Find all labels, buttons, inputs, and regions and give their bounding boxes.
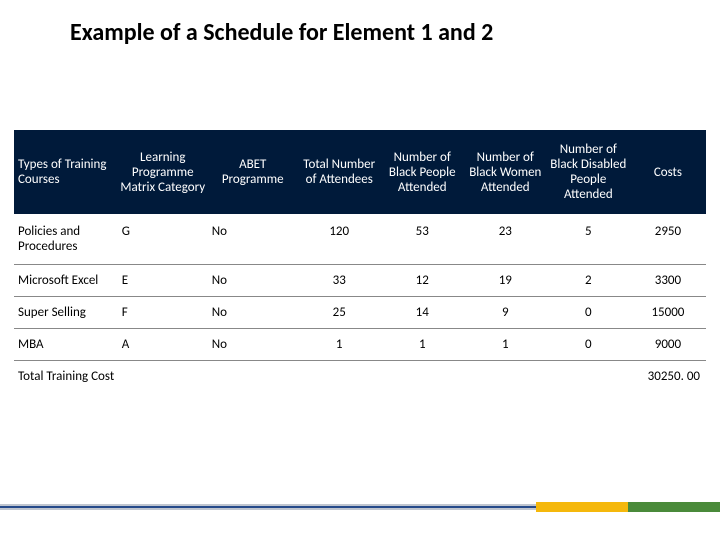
cell-abet: No [208, 329, 298, 361]
col-header-black-women: Number of Black Women Attended [464, 130, 547, 214]
cell-cost: 3300 [630, 265, 706, 297]
cell-course: Microsoft Excel [14, 265, 118, 297]
cell-total: 120 [298, 214, 381, 265]
total-value: 30250. 00 [630, 361, 706, 393]
cell-course: Super Selling [14, 297, 118, 329]
cell-total: 25 [298, 297, 381, 329]
cell-abet: No [208, 265, 298, 297]
cell-black-women: 9 [464, 297, 547, 329]
cell-black-women: 1 [464, 329, 547, 361]
cell-cost: 9000 [630, 329, 706, 361]
footer-bar-blue [0, 504, 536, 510]
cell-cost: 2950 [630, 214, 706, 265]
cell-abet: No [208, 297, 298, 329]
col-header-total: Total Number of Attendees [298, 130, 381, 214]
cell-black-disabled: 0 [547, 297, 630, 329]
col-header-abet: ABET Programme [208, 130, 298, 214]
col-header-category: Learning Programme Matrix Category [118, 130, 208, 214]
schedule-table: Types of Training Courses Learning Progr… [14, 130, 706, 392]
cell-black-disabled: 5 [547, 214, 630, 265]
cell-cost: 15000 [630, 297, 706, 329]
footer-decorative-bars [0, 502, 720, 512]
page-title: Example of a Schedule for Element 1 and … [0, 0, 720, 47]
total-label: Total Training Cost [14, 361, 630, 393]
schedule-table-wrap: Types of Training Courses Learning Progr… [14, 130, 706, 392]
footer-bar-green [628, 502, 720, 512]
table-row: Super SellingFNo25149015000 [14, 297, 706, 329]
cell-black-people: 12 [381, 265, 464, 297]
col-header-black-disabled: Number of Black Disabled People Attended [547, 130, 630, 214]
col-header-black-people: Number of Black People Attended [381, 130, 464, 214]
cell-course: MBA [14, 329, 118, 361]
table-row: MBAANo11109000 [14, 329, 706, 361]
cell-black-people: 1 [381, 329, 464, 361]
cell-category: A [118, 329, 208, 361]
cell-black-disabled: 0 [547, 329, 630, 361]
cell-black-women: 19 [464, 265, 547, 297]
cell-black-disabled: 2 [547, 265, 630, 297]
table-row: Policies and ProceduresGNo120532352950 [14, 214, 706, 265]
cell-category: G [118, 214, 208, 265]
cell-total: 33 [298, 265, 381, 297]
footer-bar-yellow [536, 502, 628, 512]
total-row: Total Training Cost30250. 00 [14, 361, 706, 393]
cell-category: F [118, 297, 208, 329]
table-row: Microsoft ExcelENo33121923300 [14, 265, 706, 297]
table-header-row: Types of Training Courses Learning Progr… [14, 130, 706, 214]
cell-black-women: 23 [464, 214, 547, 265]
cell-category: E [118, 265, 208, 297]
cell-black-people: 53 [381, 214, 464, 265]
col-header-courses: Types of Training Courses [14, 130, 118, 214]
col-header-costs: Costs [630, 130, 706, 214]
cell-total: 1 [298, 329, 381, 361]
cell-abet: No [208, 214, 298, 265]
cell-black-people: 14 [381, 297, 464, 329]
cell-course: Policies and Procedures [14, 214, 118, 265]
